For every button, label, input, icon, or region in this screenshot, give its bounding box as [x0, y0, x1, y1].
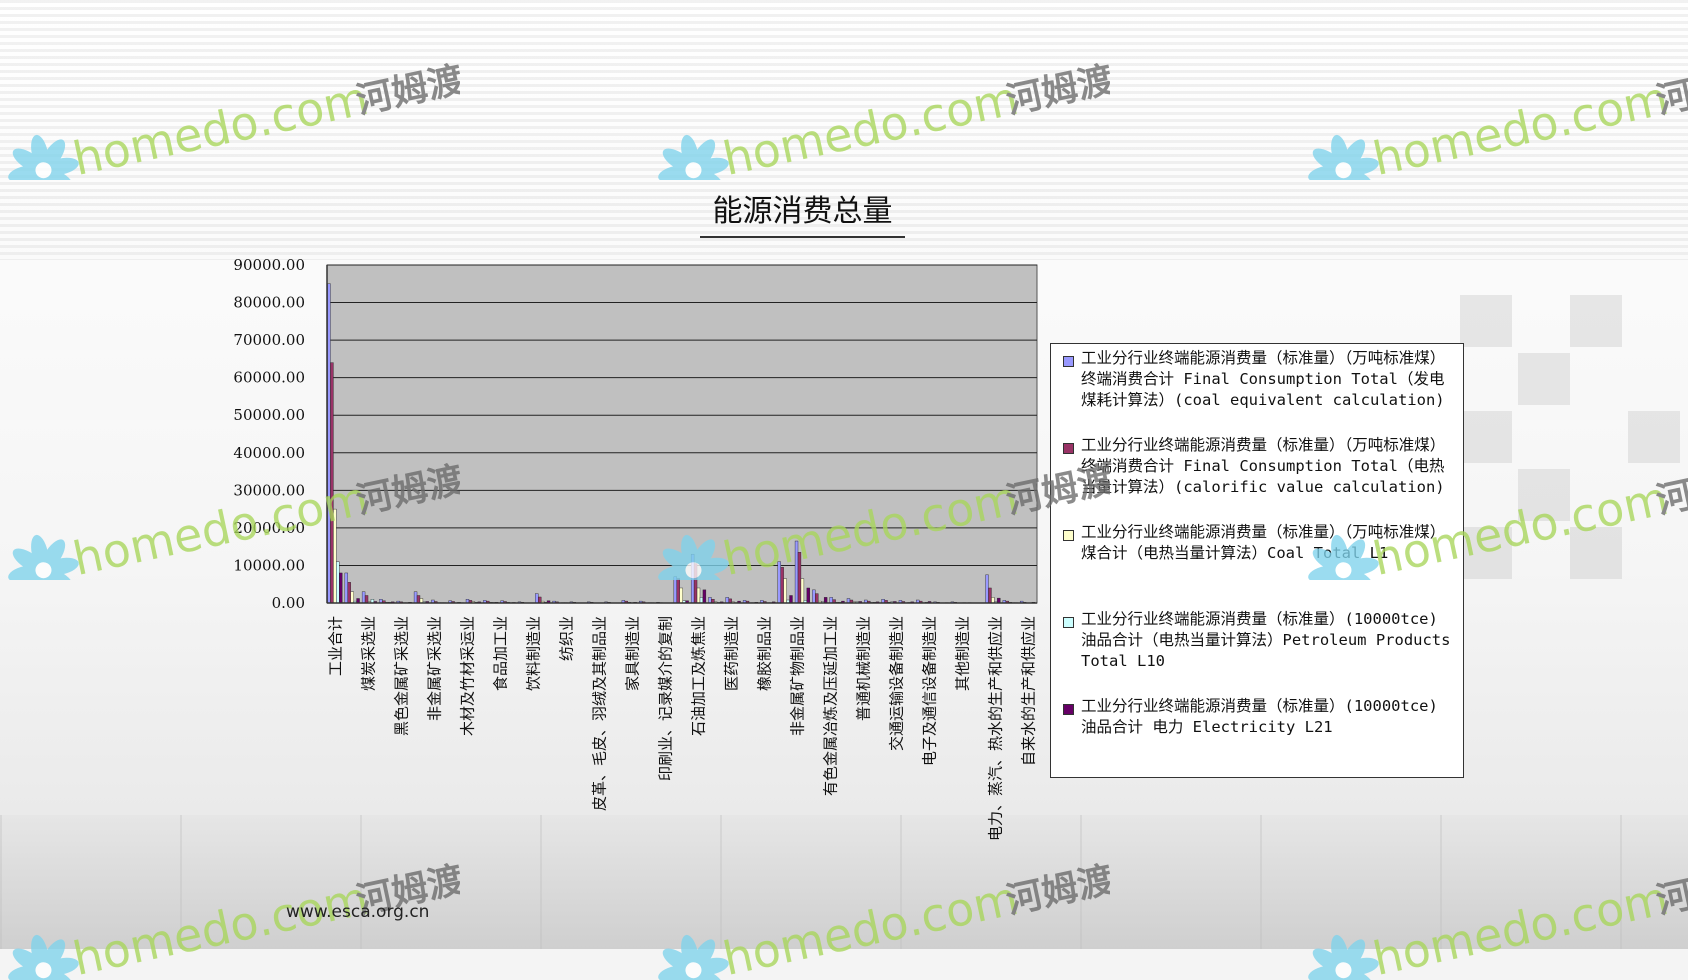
watermark: homedo.com河姆渡	[650, 430, 1110, 580]
watermark-brand: homedo.com	[718, 71, 1022, 180]
legend-item: 工业分行业终端能源消费量（标准量）（万吨标准煤）终端消费合计 Final Con…	[1059, 348, 1455, 411]
bar	[824, 597, 827, 603]
bar	[726, 597, 729, 603]
x-tick-label: 其他制造业	[954, 616, 972, 691]
y-tick-label: 0.00	[272, 594, 305, 612]
x-tick-label: 木材及竹材采运业	[458, 616, 476, 736]
bar	[790, 595, 793, 603]
bar	[351, 592, 354, 603]
x-tick-label: 食品加工业	[491, 616, 509, 691]
watermark-brand: homedo.com	[718, 871, 1022, 980]
watermark: homedo.com河姆渡	[1300, 830, 1688, 980]
watermark: homedo.com河姆渡	[650, 30, 1110, 180]
watermark: homedo.com河姆渡	[1300, 30, 1688, 180]
bar	[815, 594, 818, 603]
y-tick-label: 60000.00	[233, 369, 305, 387]
watermark-brand: homedo.com	[68, 871, 372, 980]
watermark: homedo.com河姆渡	[650, 830, 1110, 980]
bar	[362, 592, 365, 603]
legend-label: 工业分行业终端能源消费量（标准量）(10000tce) 油品合计（电热当量计算法…	[1081, 609, 1455, 672]
x-tick-label: 工业合计	[326, 616, 344, 676]
x-tick-label: 家具制造业	[623, 616, 641, 691]
bar	[677, 579, 680, 603]
bar	[703, 590, 706, 603]
watermark: homedo.com河姆渡	[0, 30, 460, 180]
bar	[417, 595, 420, 603]
x-tick-label: 电力、蒸汽、热水的生产和供应业	[987, 616, 1005, 841]
x-tick-label: 饮料制造业	[524, 616, 542, 691]
bar	[801, 579, 804, 603]
legend-label: 工业分行业终端能源消费量（标准量）（万吨标准煤）终端消费合计 Final Con…	[1081, 348, 1455, 411]
y-tick-label: 70000.00	[233, 331, 305, 349]
y-tick-label: 90000.00	[233, 256, 305, 274]
watermark-brand: homedo.com	[68, 471, 372, 580]
legend-swatch	[1063, 617, 1074, 628]
bar	[988, 588, 991, 603]
x-tick-label: 印刷业、记录媒介的复制	[656, 616, 674, 781]
x-tick-label: 有色金属冶炼及压延加工业	[822, 616, 840, 796]
watermark-brand: homedo.com	[1368, 71, 1672, 180]
watermark-brand: homedo.com	[68, 71, 372, 180]
bar	[807, 588, 810, 603]
legend-item: 工业分行业终端能源消费量（标准量）(10000tce) 油品合计（电热当量计算法…	[1059, 609, 1455, 672]
watermark-chinese: 河姆渡	[1003, 459, 1110, 522]
watermark-chinese: 河姆渡	[353, 59, 460, 122]
watermark-chinese: 河姆渡	[1003, 59, 1110, 122]
watermark-brand: homedo.com	[718, 471, 1022, 580]
legend-label: 工业分行业终端能源消费量（标准量）(10000tce) 油品合计 电力 Elec…	[1081, 696, 1455, 738]
y-tick-label: 50000.00	[233, 406, 305, 424]
watermark: homedo.com河姆渡	[0, 430, 460, 580]
x-tick-label: 煤炭采选业	[359, 616, 377, 691]
x-tick-label: 纺织业	[557, 616, 575, 661]
bar	[674, 577, 677, 603]
x-tick-label: 普通机械制造业	[855, 616, 873, 721]
legend-swatch	[1063, 704, 1074, 715]
footer-url: www.esca.org.cn	[286, 902, 429, 922]
watermark-chinese: 河姆渡	[1003, 859, 1110, 922]
bar	[535, 594, 538, 603]
watermark-brand: homedo.com	[1368, 871, 1672, 980]
x-tick-label: 交通运输设备制造业	[888, 616, 906, 751]
bar	[348, 582, 351, 603]
x-tick-label: 非金属矿物制品业	[789, 616, 807, 736]
x-tick-label: 皮革、毛皮、羽绒及其制品业	[590, 616, 608, 811]
watermark-chinese: 河姆渡	[353, 459, 460, 522]
watermark: homedo.com河姆渡	[1300, 430, 1688, 580]
x-tick-label: 黑色金属矿采选业	[392, 616, 410, 736]
x-axis-labels: 工业合计煤炭采选业黑色金属矿采选业非金属矿采选业木材及竹材采运业食品加工业饮料制…	[326, 616, 1037, 841]
bar	[830, 597, 833, 603]
bar	[697, 588, 700, 603]
x-tick-label: 自来水的生产和供应业	[1020, 616, 1038, 766]
x-tick-label: 石油加工及炼焦业	[690, 616, 708, 736]
bar	[991, 597, 994, 603]
bar	[680, 588, 683, 603]
x-tick-label: 非金属矿采选业	[425, 616, 443, 721]
bar	[784, 579, 787, 603]
bar	[365, 595, 368, 603]
legend-item: 工业分行业终端能源消费量（标准量）(10000tce) 油品合计 电力 Elec…	[1059, 696, 1455, 738]
bar	[538, 597, 541, 603]
legend-swatch	[1063, 356, 1074, 367]
x-tick-label: 电子及通信设备制造业	[921, 616, 939, 766]
y-tick-label: 80000.00	[233, 294, 305, 312]
watermark-brand: homedo.com	[1368, 471, 1672, 580]
bar	[812, 590, 815, 603]
bar	[708, 597, 711, 603]
x-tick-label: 橡胶制品业	[756, 616, 774, 691]
bar	[414, 592, 417, 603]
x-tick-label: 医药制造业	[723, 616, 741, 691]
bar	[700, 597, 703, 603]
